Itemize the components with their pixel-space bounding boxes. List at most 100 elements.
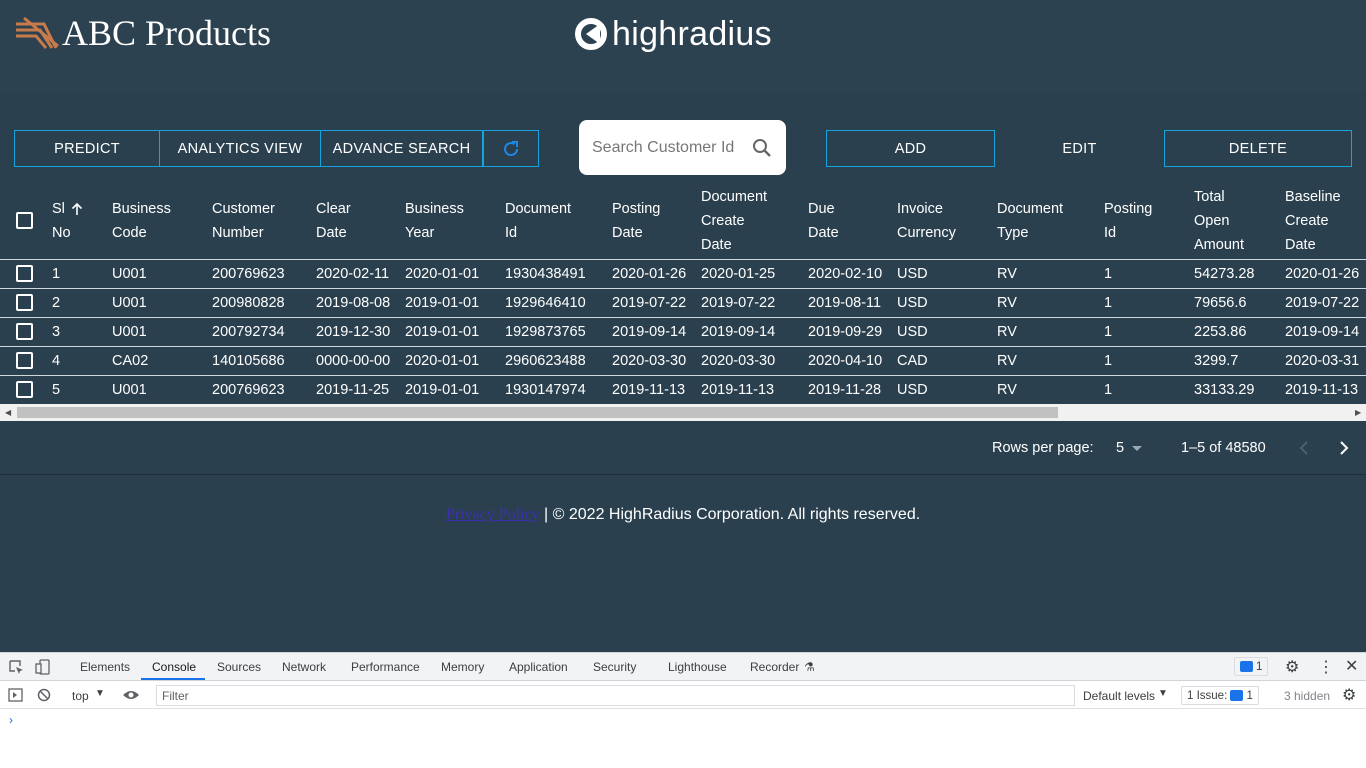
- column-header[interactable]: Total Open Amount: [1190, 183, 1281, 259]
- column-header[interactable]: Document Create Date: [697, 183, 804, 259]
- column-header[interactable]: Business Code: [108, 183, 208, 259]
- table-cell: 2019-11-13: [608, 375, 697, 405]
- column-header[interactable]: Baseline Create Date: [1281, 183, 1366, 259]
- more-options-icon[interactable]: ⋮: [1318, 657, 1334, 677]
- column-header[interactable]: Posting Date: [608, 183, 697, 259]
- issues-badge[interactable]: 1 Issue: 1: [1181, 686, 1259, 705]
- table-cell: U001: [108, 288, 208, 318]
- column-header[interactable]: Business Year: [401, 183, 501, 259]
- table-cell: 1: [1100, 346, 1190, 376]
- tab-sources[interactable]: Sources: [217, 660, 261, 674]
- table-row[interactable]: 1 U001 200769623 2020-02-11 2020-01-01 193043…: [0, 258, 1366, 289]
- rows-per-page-select[interactable]: 5: [1116, 440, 1124, 456]
- close-icon[interactable]: ✕: [1345, 656, 1358, 676]
- previous-page-icon[interactable]: [1296, 439, 1312, 457]
- eye-icon[interactable]: [122, 689, 140, 701]
- row-checkbox[interactable]: [16, 294, 33, 311]
- table-cell: 2020-03-31: [1281, 346, 1366, 376]
- search-box: [579, 120, 786, 175]
- advance-search-button[interactable]: ADVANCE SEARCH: [321, 130, 483, 167]
- horizontal-scrollbar[interactable]: ◀ ▶: [0, 404, 1366, 421]
- table-cell: 2019-11-13: [1281, 375, 1366, 405]
- column-header[interactable]: Invoice Currency: [893, 183, 993, 259]
- edit-button[interactable]: EDIT: [995, 130, 1164, 167]
- tab-memory[interactable]: Memory: [441, 660, 484, 674]
- table-row[interactable]: 2 U001 200980828 2019-08-08 2019-01-01 192964…: [0, 288, 1366, 318]
- table-cell: 2020-03-30: [608, 346, 697, 376]
- dropdown-arrow-icon[interactable]: ▼: [95, 688, 105, 699]
- settings-gear-icon[interactable]: ⚙: [1285, 657, 1299, 677]
- column-header[interactable]: Document Id: [501, 183, 608, 259]
- brand-name: ABC Products: [62, 13, 272, 53]
- table-pagination: Rows per page: 5 1–5 of 48580: [0, 431, 1366, 465]
- console-filter-input[interactable]: Filter: [156, 685, 1075, 706]
- table-row[interactable]: 3 U001 200792734 2019-12-30 2019-01-01 192987…: [0, 317, 1366, 347]
- scrollbar-thumb[interactable]: [17, 407, 1058, 418]
- tab-security[interactable]: Security: [593, 660, 636, 674]
- predict-button[interactable]: PREDICT: [14, 130, 160, 167]
- table-cell: 2019-07-22: [608, 288, 697, 318]
- table-row[interactable]: 5 U001 200769623 2019-11-25 2019-01-01 193014…: [0, 375, 1366, 405]
- device-toolbar-icon[interactable]: [35, 659, 51, 675]
- messages-badge[interactable]: 1: [1234, 657, 1269, 676]
- column-header[interactable]: Document Type: [993, 183, 1100, 259]
- table-cell: RV: [993, 288, 1100, 318]
- refresh-button[interactable]: [483, 130, 539, 167]
- column-header[interactable]: Clear Date: [312, 183, 401, 259]
- table-cell: 33133.29: [1190, 375, 1281, 405]
- table-cell: 1: [48, 258, 108, 289]
- tab-application[interactable]: Application: [509, 660, 568, 674]
- table-cell: 1: [1100, 375, 1190, 405]
- select-all-checkbox[interactable]: [16, 212, 33, 230]
- tab-lighthouse[interactable]: Lighthouse: [668, 660, 727, 674]
- analytics-view-button[interactable]: ANALYTICS VIEW: [160, 130, 321, 167]
- chevron-down-icon[interactable]: [1132, 446, 1142, 451]
- next-page-icon[interactable]: [1336, 439, 1352, 457]
- tab-console[interactable]: Console: [152, 660, 196, 674]
- tab-network[interactable]: Network: [282, 660, 326, 674]
- table-cell: CA02: [108, 346, 208, 376]
- table-header-row: Sl No Business Code Customer Number Clear Da…: [0, 183, 1366, 259]
- delete-button[interactable]: DELETE: [1164, 130, 1352, 167]
- row-checkbox[interactable]: [16, 352, 33, 369]
- context-select[interactable]: top: [72, 689, 89, 703]
- table-cell: 2019-07-22: [1281, 288, 1366, 318]
- search-icon[interactable]: [752, 138, 772, 158]
- scroll-left-arrow-icon[interactable]: ◀: [5, 408, 11, 417]
- console-toolbar: top ▼ Filter Default levels ▼ 1 Issue: 1…: [0, 682, 1366, 709]
- table-cell: 1930438491: [501, 258, 608, 289]
- table-cell: 2019-01-01: [401, 317, 501, 347]
- console-settings-gear-icon[interactable]: ⚙: [1342, 685, 1356, 705]
- console-prompt[interactable]: ›: [9, 713, 13, 727]
- table-row[interactable]: 4 CA02 140105686 0000-00-00 2020-01-01 296062…: [0, 346, 1366, 376]
- scroll-right-arrow-icon[interactable]: ▶: [1355, 408, 1361, 417]
- table-cell: 200980828: [208, 288, 312, 318]
- table-cell: 2020-02-11: [312, 258, 401, 289]
- column-header[interactable]: Due Date: [804, 183, 893, 259]
- abc-logo-icon: [16, 16, 59, 49]
- column-header[interactable]: Customer Number: [208, 183, 312, 259]
- search-customer-input[interactable]: [592, 138, 742, 157]
- table-cell: 2019-09-29: [804, 317, 893, 347]
- add-button[interactable]: ADD: [826, 130, 995, 167]
- table-cell: 2253.86: [1190, 317, 1281, 347]
- sort-ascending-icon[interactable]: [71, 202, 83, 216]
- dropdown-arrow-icon[interactable]: ▼: [1158, 688, 1168, 699]
- table-cell: 2020-03-30: [697, 346, 804, 376]
- tab-recorder[interactable]: Recorder: [750, 660, 799, 674]
- table-cell: 5: [48, 375, 108, 405]
- table-cell: 2019-08-08: [312, 288, 401, 318]
- inspect-element-icon[interactable]: [9, 660, 25, 675]
- log-levels-select[interactable]: Default levels: [1083, 689, 1155, 703]
- column-header[interactable]: Sl No: [48, 183, 108, 259]
- clear-console-icon[interactable]: [37, 688, 51, 702]
- tab-performance[interactable]: Performance: [351, 660, 420, 674]
- table-cell: RV: [993, 317, 1100, 347]
- column-header[interactable]: Posting Id: [1100, 183, 1190, 259]
- row-checkbox[interactable]: [16, 323, 33, 340]
- tab-elements[interactable]: Elements: [80, 660, 130, 674]
- row-checkbox[interactable]: [16, 381, 33, 398]
- privacy-policy-link[interactable]: Privacy Policy: [446, 506, 540, 523]
- sidebar-toggle-icon[interactable]: [8, 688, 23, 702]
- row-checkbox[interactable]: [16, 265, 33, 282]
